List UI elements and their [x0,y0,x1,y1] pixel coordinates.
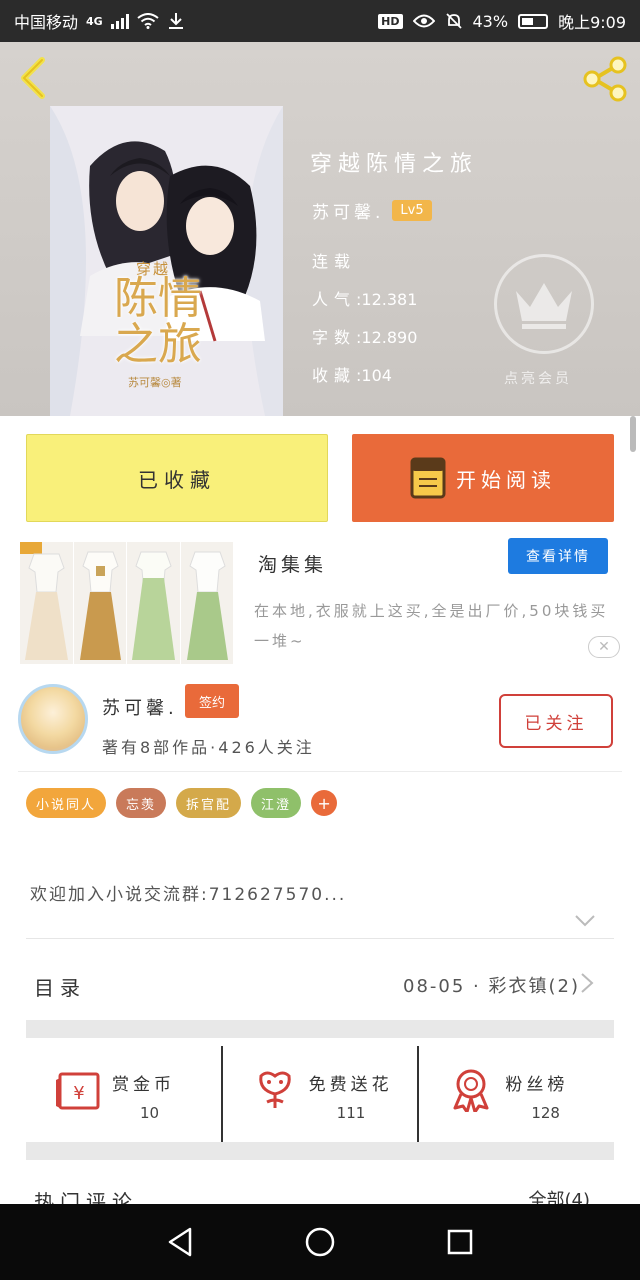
tag-list: 小说同人 忘羡 拆官配 江澄 + [26,788,338,818]
book-cover[interactable]: 穿越 陈情之旅 苏可馨◎著 [50,106,283,416]
tag[interactable]: 江澄 [251,788,302,818]
free-flower-button[interactable]: 免费送花 111 [220,1046,418,1142]
section-gap [26,1142,614,1160]
ad-banner[interactable]: 淘集集 查看详情 在本地,衣服就上这买,全是出厂价,50块钱买一堆~ ✕ [20,538,620,664]
battery-icon [518,13,549,29]
nav-back-button[interactable] [160,1222,200,1262]
author-avatar[interactable] [18,684,88,754]
download-icon [168,13,183,29]
network-label: 4G [86,14,103,28]
medal-icon [453,1069,489,1112]
stat-favorites: 收藏:104 [312,366,392,385]
system-nav-bar [0,1204,640,1280]
book-title: 穿越陈情之旅 [310,152,479,177]
status-bar: 中国移动 4G HD 43% 晚上9:09 [0,0,640,42]
main-content: 已收藏 开始阅读 淘集集 查看详情 在本地,衣服就上这买,全是出厂价,50块钱买… [0,416,640,1214]
tag[interactable]: 忘羡 [116,788,167,818]
ad-product-image [127,542,180,664]
ad-product-image [20,542,73,664]
reward-label: 免费送花 [308,1075,393,1095]
author-name[interactable]: 苏可馨. [102,694,178,720]
level-badge: Lv5 [392,200,432,221]
ad-description: 在本地,衣服就上这买,全是出厂价,50块钱买一堆~ [254,602,609,650]
reward-coins-button[interactable]: ¥ 赏金币 10 [26,1046,221,1142]
section-gap [26,1020,614,1038]
author-works: 著有8部作品·426人关注 [102,738,315,757]
ad-product-image [73,542,126,664]
ad-product-images[interactable] [20,542,233,664]
square-recents-icon [447,1229,473,1255]
mute-bell-icon [445,13,462,29]
signed-badge: 签约 [185,684,239,718]
scrollbar[interactable] [630,416,636,452]
carrier-label: 中国移动 [14,13,79,32]
flower-icon [258,1071,291,1108]
reward-label: 赏金币 [112,1075,175,1095]
fan-ranking-button[interactable]: 粉丝榜 128 [417,1046,614,1142]
follow-button[interactable]: 已关注 [499,694,613,748]
reward-value: 10 [140,1104,160,1122]
vip-crown-button[interactable] [494,254,594,354]
book-icon [410,457,446,499]
chevron-right-icon[interactable] [580,972,594,994]
hd-badge: HD [378,13,403,29]
group-intro: 欢迎加入小说交流群:712627570... [30,885,347,905]
ad-product-image [180,542,233,664]
circle-home-icon [305,1227,335,1257]
clock: 晚上9:09 [558,13,626,32]
reward-value: 111 [336,1104,366,1122]
stat-popularity: 人气:12.381 [312,290,418,309]
toc-label[interactable]: 目录 [34,972,86,1001]
share-icon[interactable] [580,54,630,104]
author-card: 苏可馨. 签约 著有8部作品·426人关注 已关注 [18,684,622,772]
wifi-icon [137,13,159,29]
svg-text:¥: ¥ [73,1083,84,1104]
tag[interactable]: 拆官配 [176,788,242,818]
cover-author: 苏可馨◎著 [128,376,182,389]
divider [26,938,614,939]
reward-label: 粉丝榜 [505,1075,569,1095]
ad-close-button[interactable]: ✕ [588,636,620,658]
add-tag-button[interactable]: + [311,790,338,816]
tag[interactable]: 小说同人 [26,788,107,818]
back-arrow-icon[interactable] [14,56,54,100]
battery-percent: 43% [472,11,509,31]
reward-bar: ¥ 赏金币 10 免费送花 111 粉丝榜 128 [26,1046,614,1142]
reward-value: 128 [531,1104,560,1122]
cover-title-big: 陈情之旅 [114,273,202,370]
red-envelope-icon: ¥ [56,1072,100,1110]
start-reading-button[interactable]: 开始阅读 [352,434,614,522]
ad-view-details-button[interactable]: 查看详情 [508,538,608,574]
latest-chapter[interactable]: 08-05 · 彩衣镇(2) [403,972,580,998]
nav-home-button[interactable] [300,1222,340,1262]
triangle-back-icon [168,1227,192,1257]
status-label: 连载 [312,252,357,271]
collected-button[interactable]: 已收藏 [26,434,328,522]
start-reading-label: 开始阅读 [456,467,556,492]
chevron-down-icon[interactable] [574,914,596,928]
book-header: 穿越 陈情之旅 苏可馨◎著 穿越陈情之旅 苏可馨. Lv5 连载 人气:12.3… [0,42,640,416]
crown-icon [516,283,572,329]
stat-word-count: 字数:12.890 [312,328,418,347]
signal-icon [110,13,129,29]
eye-icon [412,14,435,28]
book-author[interactable]: 苏可馨. [312,198,384,223]
nav-recents-button[interactable] [440,1222,480,1262]
vip-label: 点亮会员 [504,371,572,387]
ad-title: 淘集集 [258,554,328,576]
